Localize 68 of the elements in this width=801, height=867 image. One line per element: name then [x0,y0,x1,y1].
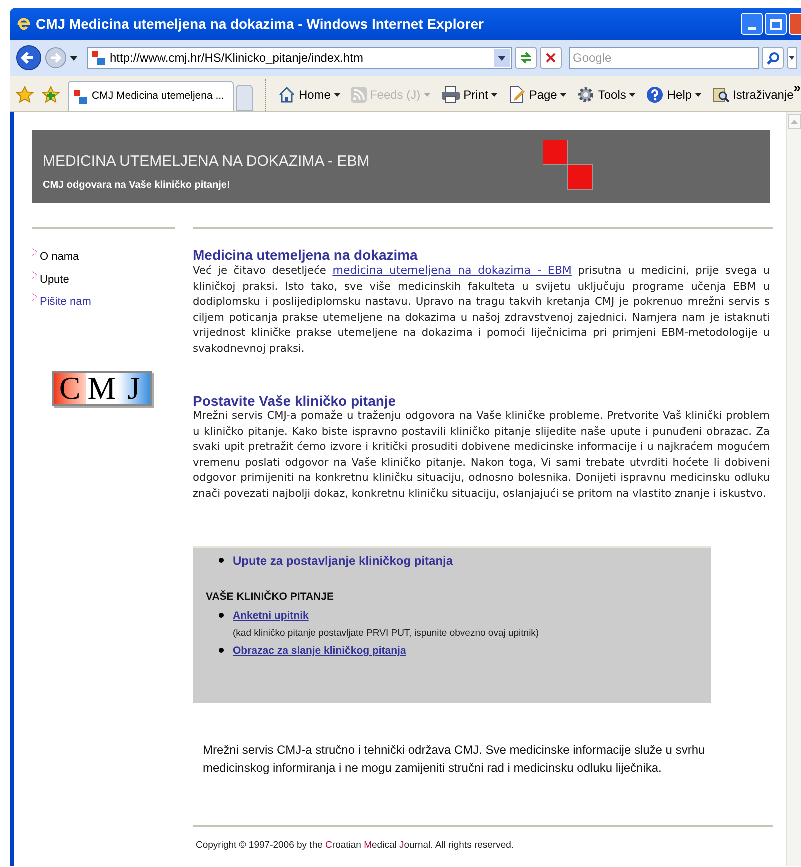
dropdown-caret-icon[interactable] [695,93,702,97]
toolbar-button[interactable]: Page [508,86,558,104]
section-paragraph: Mrežni servis CMJ-a pomaže u traženju odgovora na Vaše kliničke probleme. Pretvorite Vaš klinički problem u kliničko pitanje. Kako biste ispravno postavili kliničko pitanje slijedite naše upute i punuđeni obrazac. Za svaki upit pretražit ćemo izvore i kritički prosuditi dobivene medicinske informacije i u najkraćem mogućem vremenu poslati odgovor na Vaše kliničko pitanje. Nakon toga, Vi sami trebate utvrditi hoćete li dobiveni odgovor primijeniti na konkretnu kliničku situaciju, odnosno bolesnika. Donijeti ispravnu medicinsku odluku znači povezati najbolji dokaz, konkretnu kliničku situaciju, oslanjajući se pritom na vlastito znanje i iskustvo. [193,409,770,502]
inline-link[interactable]: medicina utemeljena na dokazima - EBM [332,264,572,277]
close-button[interactable] [789,13,801,35]
search-field[interactable]: Google [569,47,759,69]
window-title: CMJ Medicina utemeljena na dokazima - Windows Internet Explorer [36,14,484,34]
section-heading: Postavite Vaše kliničko pitanje [193,393,398,409]
browser-tab[interactable]: CMJ Medicina utemeljena ... [68,81,234,111]
cmj-logo: C M J [52,370,152,406]
copyright-text: Copyright © 1997-2006 by the Croatian Medical Journal. All rights reserved. [196,839,516,853]
toolbar-button[interactable]: Print [440,86,488,104]
back-button[interactable] [16,45,42,71]
form-link[interactable]: Anketni upitnik [233,608,309,624]
squares-logo [543,140,595,192]
page-icon [508,86,526,104]
refresh-button[interactable] [515,47,537,69]
site-favicon-icon [91,50,107,66]
bullet-icon [32,293,37,301]
maximize-button[interactable] [765,13,787,35]
dropdown-caret-icon[interactable] [629,93,636,97]
header-title: MEDICINA UTEMELJENA NA DOKAZIMA - EBM [43,152,370,172]
section-heading: Medicina utemeljena na dokazima [193,247,419,263]
disclaimer-text: Mrežni servis CMJ-a stručno i tehnički održava CMJ. Sve medicinske informacije služe u svrhu medicinskog informiranja i ne mogu zamijeniti stručni rad i medicinsku odluku liječnika. [203,742,706,777]
panel-heading: VAŠE KLINIČKO PITANJE [206,590,335,605]
printer-icon [440,86,461,104]
star-icon[interactable] [16,86,34,104]
bullet-icon [32,248,37,256]
nav-link[interactable]: Pišite nam [40,294,92,310]
stop-button[interactable] [540,47,562,69]
header-subtitle: CMJ odgovara na Vaše kliničko pitanje! [43,178,232,192]
overflow-chevron[interactable]: » [794,78,801,98]
toolbar-button[interactable]: Home [278,86,331,104]
search-button[interactable] [762,47,784,69]
dropdown-caret-icon [789,56,795,60]
refresh-icon [519,51,533,65]
feed-icon [350,87,367,103]
toolbar-button[interactable]: Tools [577,86,626,104]
house-icon [278,86,296,104]
dropdown-caret-icon[interactable] [491,93,498,97]
toolbar-button[interactable]: Help [646,86,692,104]
guide-link[interactable]: Upute za postavljanje kliničkog pitanja [233,552,454,570]
address-field[interactable]: http://www.cmj.hr/HS/Klinicko_pitanje/index.htm [87,47,512,69]
minimize-button[interactable] [741,13,763,35]
bullet-icon [219,648,224,654]
form-link[interactable]: Obrazac za slanje kliničkog pitanja [233,644,406,660]
toolbar-button[interactable]: Istraživanje [712,86,794,104]
search-options-button[interactable] [787,47,797,69]
dropdown-caret-icon[interactable] [498,56,506,60]
gear-icon [577,86,596,104]
dropdown-caret-icon[interactable] [334,93,341,97]
dropdown-caret-icon[interactable] [70,56,78,60]
browser-logo-icon [16,16,32,32]
nav-link[interactable]: Upute [40,272,70,288]
site-favicon-icon [73,88,89,104]
add-favorite-icon[interactable] [42,86,60,104]
up-arrow-icon [790,120,798,124]
dropdown-caret-icon[interactable] [560,93,568,97]
nav-link[interactable]: O nama [40,249,80,266]
bullet-icon [219,613,224,618]
search-icon [766,52,780,64]
section-paragraph: Već je čitavo desetljeće medicina utemeljena na dokazima - EBM prisutna u medicini, prije svega u kliničkoj praksi. Isto tako, sve više medicinskih fakulteta u svijetu uključuju programe učenja EBM u dodiplomsku i poslijediplomsku nastavu. Upravo na tragu takvih kretanja CMJ je pokrenuo mrežni servis s ciljem poticanja prakse utemeljene na dokazima u našoj zdravstvenoj zajednici. Namjera nam je istaknuti vrijednost kliničke prakse utemeljene na dokazima i pomoći liječnicima pri primjeni EBM-metodologije u svakodnevnoj praksi. [193,263,770,356]
close-icon [546,53,556,63]
bullet-icon [32,270,37,278]
vertical-scrollbar[interactable] [786,112,801,866]
link-note: (kad kliničko pitanje postavljate PRVI PUT, ispunite obvezno ovaj upitnik) [233,626,540,640]
bullet-icon [219,558,224,562]
help-icon [646,86,664,104]
